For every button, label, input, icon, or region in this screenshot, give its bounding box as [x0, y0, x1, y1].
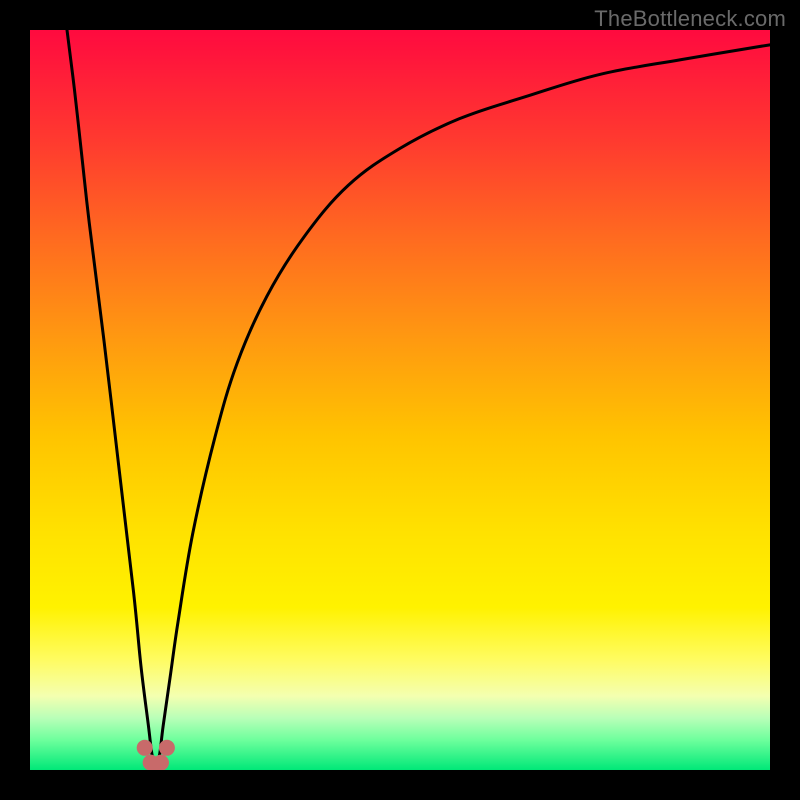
- chart-frame: TheBottleneck.com: [0, 0, 800, 800]
- plot-area: [30, 30, 770, 770]
- curve-markers: [137, 740, 175, 770]
- bottleneck-curve: [67, 30, 770, 766]
- curve-marker: [159, 740, 175, 756]
- curve-layer: [30, 30, 770, 770]
- curve-marker: [153, 755, 169, 770]
- watermark-text: TheBottleneck.com: [594, 6, 786, 32]
- curve-marker: [137, 740, 153, 756]
